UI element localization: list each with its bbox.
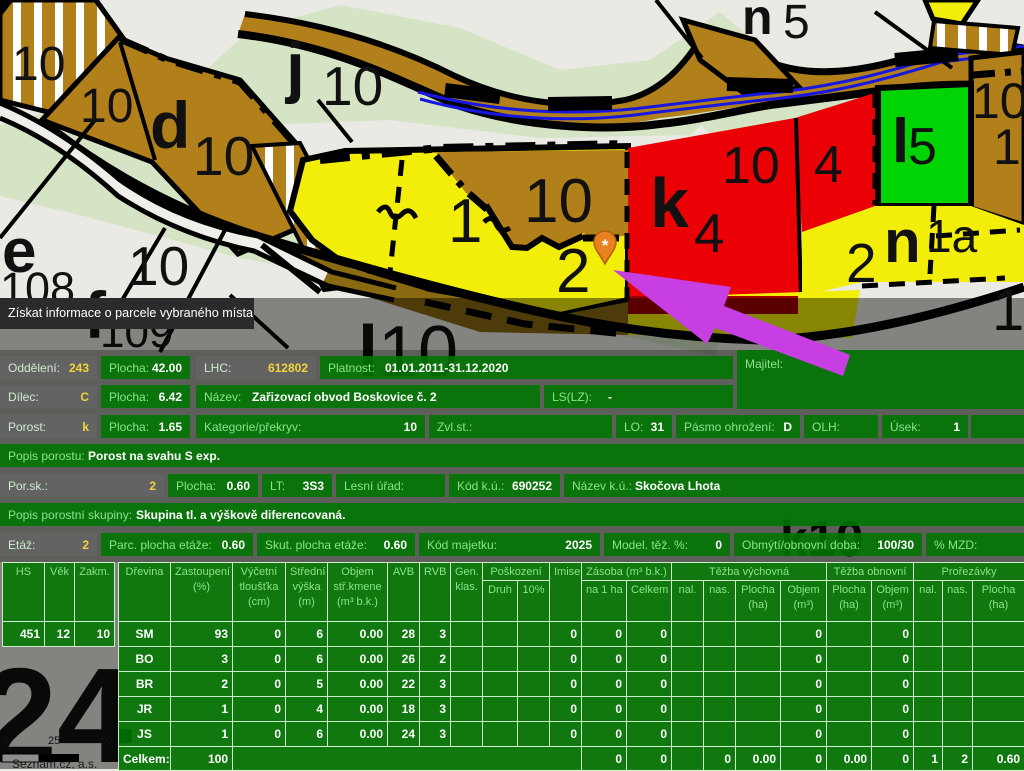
svg-text:d: d [150,88,190,162]
svg-text:10: 10 [322,55,383,117]
svg-text:5: 5 [908,118,937,176]
svg-text:10: 10 [524,167,593,236]
svg-text:n: n [884,208,921,275]
svg-text:10: 10 [80,80,133,133]
svg-text:4: 4 [814,136,843,194]
svg-text:5: 5 [783,0,810,49]
svg-text:10: 10 [12,38,65,91]
svg-text:2: 2 [846,232,877,294]
svg-text:1: 1 [448,187,482,256]
svg-text:j: j [284,29,305,105]
svg-text:1a: 1a [926,210,978,262]
svg-text:l: l [892,107,909,176]
svg-text:4: 4 [694,202,725,264]
svg-text:k: k [650,164,689,242]
svg-text:10: 10 [128,235,189,297]
svg-text:1: 1 [993,119,1021,175]
svg-text:n: n [742,0,773,45]
svg-text:10: 10 [722,137,780,195]
svg-text:2: 2 [556,237,590,306]
svg-text:10: 10 [193,125,254,187]
